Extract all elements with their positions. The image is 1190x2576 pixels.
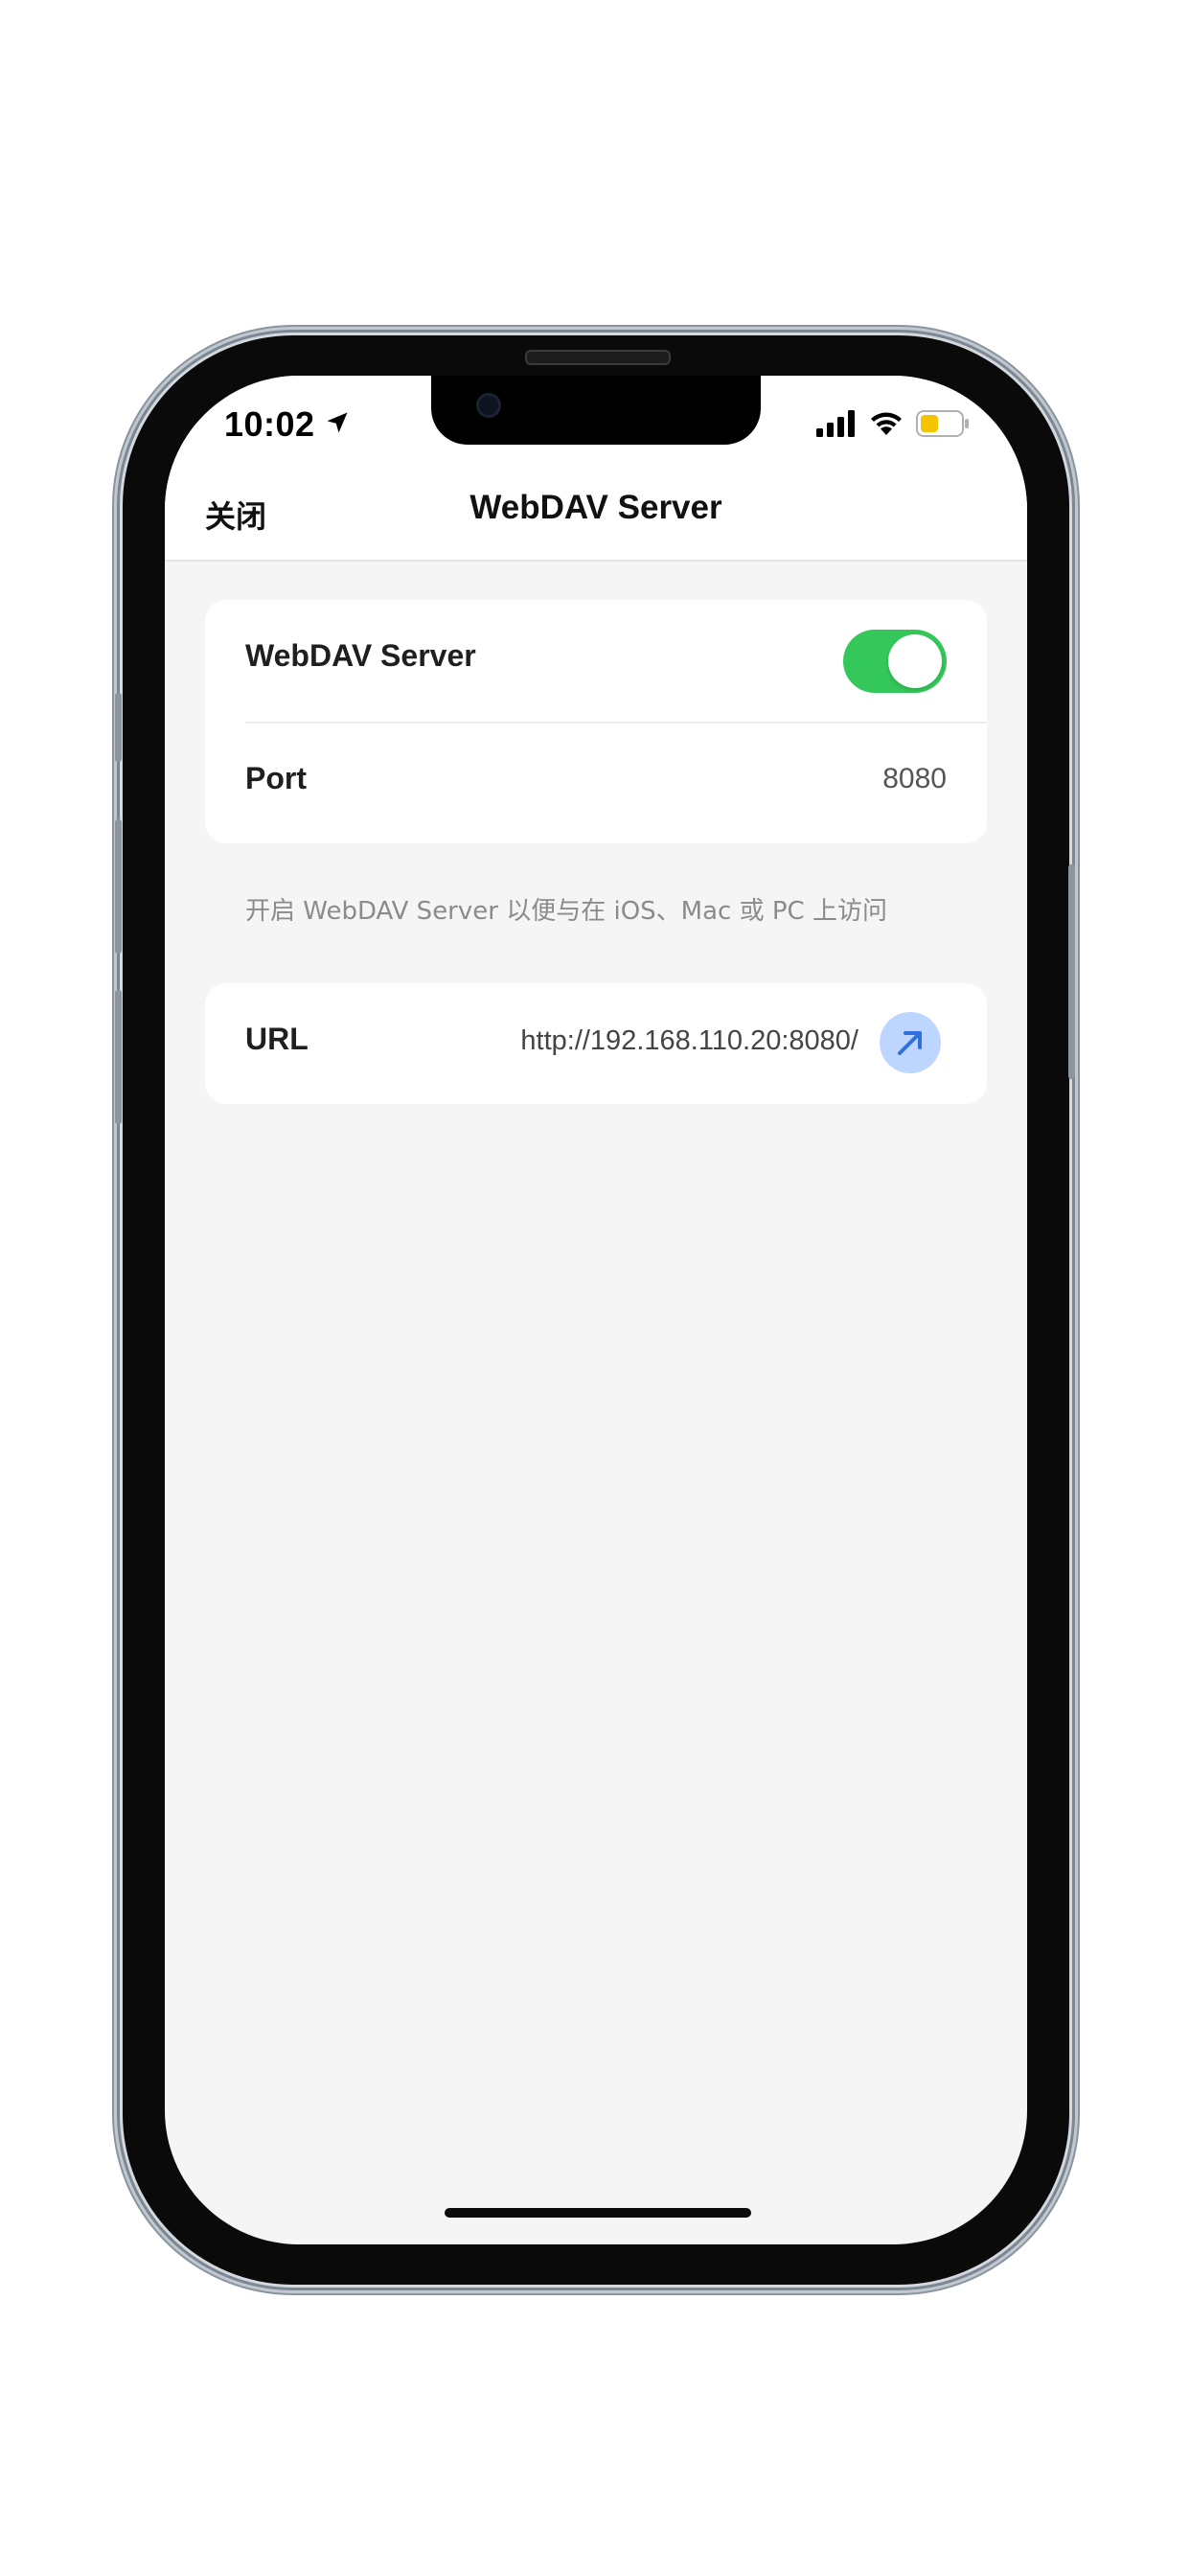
power-button bbox=[1068, 864, 1075, 1079]
volume-up-button bbox=[115, 819, 122, 954]
arrow-up-right-icon bbox=[898, 1031, 922, 1055]
url-row: URL http://192.168.110.20:8080/ bbox=[205, 983, 987, 1104]
port-value: 8080 bbox=[882, 763, 947, 794]
toggle-knob bbox=[888, 634, 942, 688]
location-arrow-icon bbox=[327, 412, 348, 433]
canvas: 10:02 关闭 WebDAV Server WebDAV Server Por… bbox=[0, 0, 1190, 2576]
port-label: Port bbox=[245, 761, 307, 795]
webdav-server-label: WebDAV Server bbox=[245, 638, 476, 673]
url-value[interactable]: http://192.168.110.20:8080/ bbox=[520, 1025, 858, 1057]
port-row[interactable]: Port 8080 bbox=[205, 723, 987, 843]
screen: 10:02 关闭 WebDAV Server WebDAV Server Por… bbox=[165, 376, 1027, 2244]
settings-card: WebDAV Server Port 8080 bbox=[205, 600, 987, 843]
front-camera bbox=[476, 393, 501, 418]
volume-down-button bbox=[115, 990, 122, 1124]
status-time: 10:02 bbox=[224, 404, 315, 444]
webdav-server-toggle[interactable] bbox=[843, 630, 947, 693]
earpiece-speaker bbox=[525, 350, 671, 365]
open-url-button[interactable] bbox=[880, 1012, 941, 1073]
url-label: URL bbox=[245, 1022, 309, 1056]
wifi-icon bbox=[871, 412, 902, 435]
url-card: URL http://192.168.110.20:8080/ bbox=[205, 983, 987, 1104]
webdav-server-row: WebDAV Server bbox=[205, 600, 987, 721]
home-indicator[interactable] bbox=[445, 2208, 751, 2218]
silent-switch bbox=[115, 693, 122, 762]
cellular-signal-icon bbox=[816, 410, 855, 437]
navigation-bar: 关闭 WebDAV Server bbox=[165, 472, 1027, 562]
server-footnote: 开启 WebDAV Server 以便与在 iOS、Mac 或 PC 上访问 bbox=[245, 897, 887, 926]
battery-icon bbox=[916, 410, 969, 437]
page-title: WebDAV Server bbox=[469, 489, 722, 526]
